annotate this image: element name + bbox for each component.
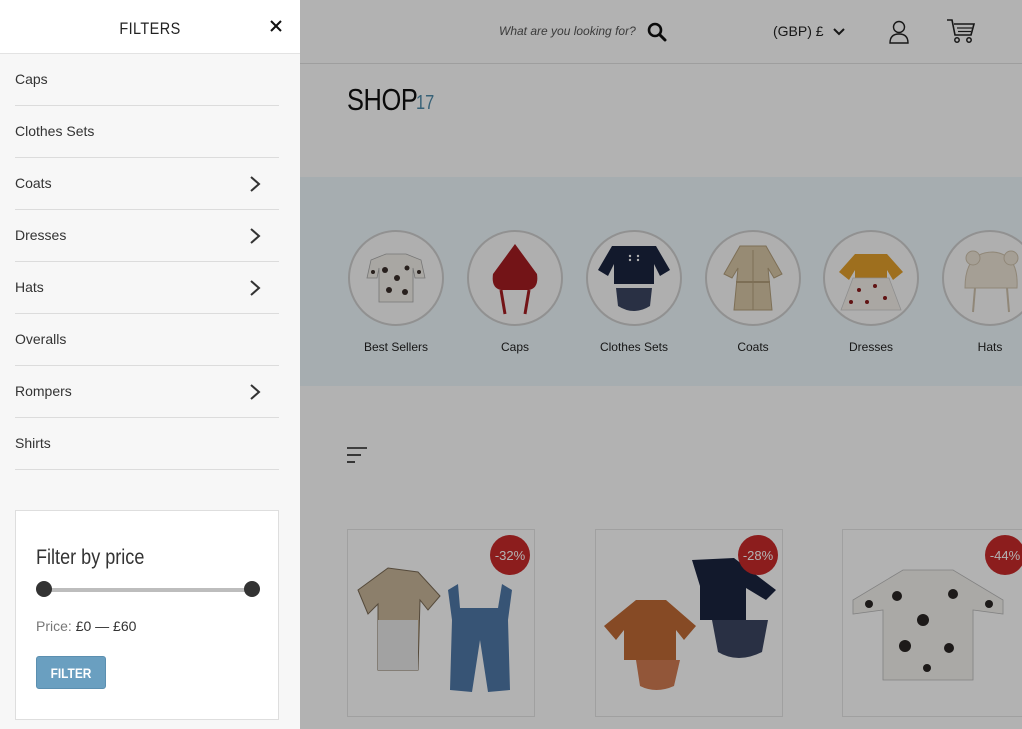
price-slider-min-handle[interactable] (36, 581, 52, 597)
price-range-text: Price: £0 — £60 (36, 618, 136, 634)
filter-item-clothes-sets[interactable]: Clothes Sets (15, 106, 279, 158)
filter-item-label: Dresses (15, 227, 67, 243)
category-filter-list: Caps Clothes Sets Coats Dresses Hats Ove… (15, 54, 279, 470)
chevron-right-icon[interactable] (249, 175, 261, 193)
filter-item-rompers[interactable]: Rompers (15, 366, 279, 418)
filter-item-coats[interactable]: Coats (15, 158, 279, 210)
filter-button[interactable]: FILTER (36, 656, 106, 689)
filter-item-label: Caps (15, 71, 48, 87)
chevron-right-icon[interactable] (249, 279, 261, 297)
price-slider-track[interactable] (44, 588, 252, 592)
filter-drawer: FILTERS Caps Clothes Sets Coats Dresses … (0, 0, 300, 729)
price-label: Price: (36, 618, 72, 634)
filter-item-label: Shirts (15, 435, 51, 451)
drawer-title: FILTERS (119, 19, 181, 38)
price-filter-title: Filter by price (36, 546, 145, 569)
filter-item-label: Coats (15, 175, 52, 191)
filter-item-dresses[interactable]: Dresses (15, 210, 279, 262)
filter-button-label: FILTER (50, 664, 92, 681)
price-max-value: £60 (113, 618, 137, 634)
close-icon[interactable] (268, 18, 284, 34)
filter-item-label: Rompers (15, 383, 72, 399)
price-filter-widget: Filter by price Price: £0 — £60 FILTER (15, 510, 279, 720)
filter-item-label: Hats (15, 279, 44, 295)
chevron-right-icon[interactable] (249, 227, 261, 245)
price-separator: — (95, 618, 110, 634)
filter-item-label: Overalls (15, 331, 67, 347)
filter-item-overalls[interactable]: Overalls (15, 314, 279, 366)
chevron-right-icon[interactable] (249, 383, 261, 401)
filter-item-hats[interactable]: Hats (15, 262, 279, 314)
filter-item-label: Clothes Sets (15, 123, 95, 139)
filter-item-caps[interactable]: Caps (15, 54, 279, 106)
drawer-header: FILTERS (0, 0, 300, 54)
filter-item-shirts[interactable]: Shirts (15, 418, 279, 470)
price-min-value: £0 (75, 618, 92, 634)
price-slider-max-handle[interactable] (244, 581, 260, 597)
drawer-backdrop[interactable] (300, 0, 1022, 729)
